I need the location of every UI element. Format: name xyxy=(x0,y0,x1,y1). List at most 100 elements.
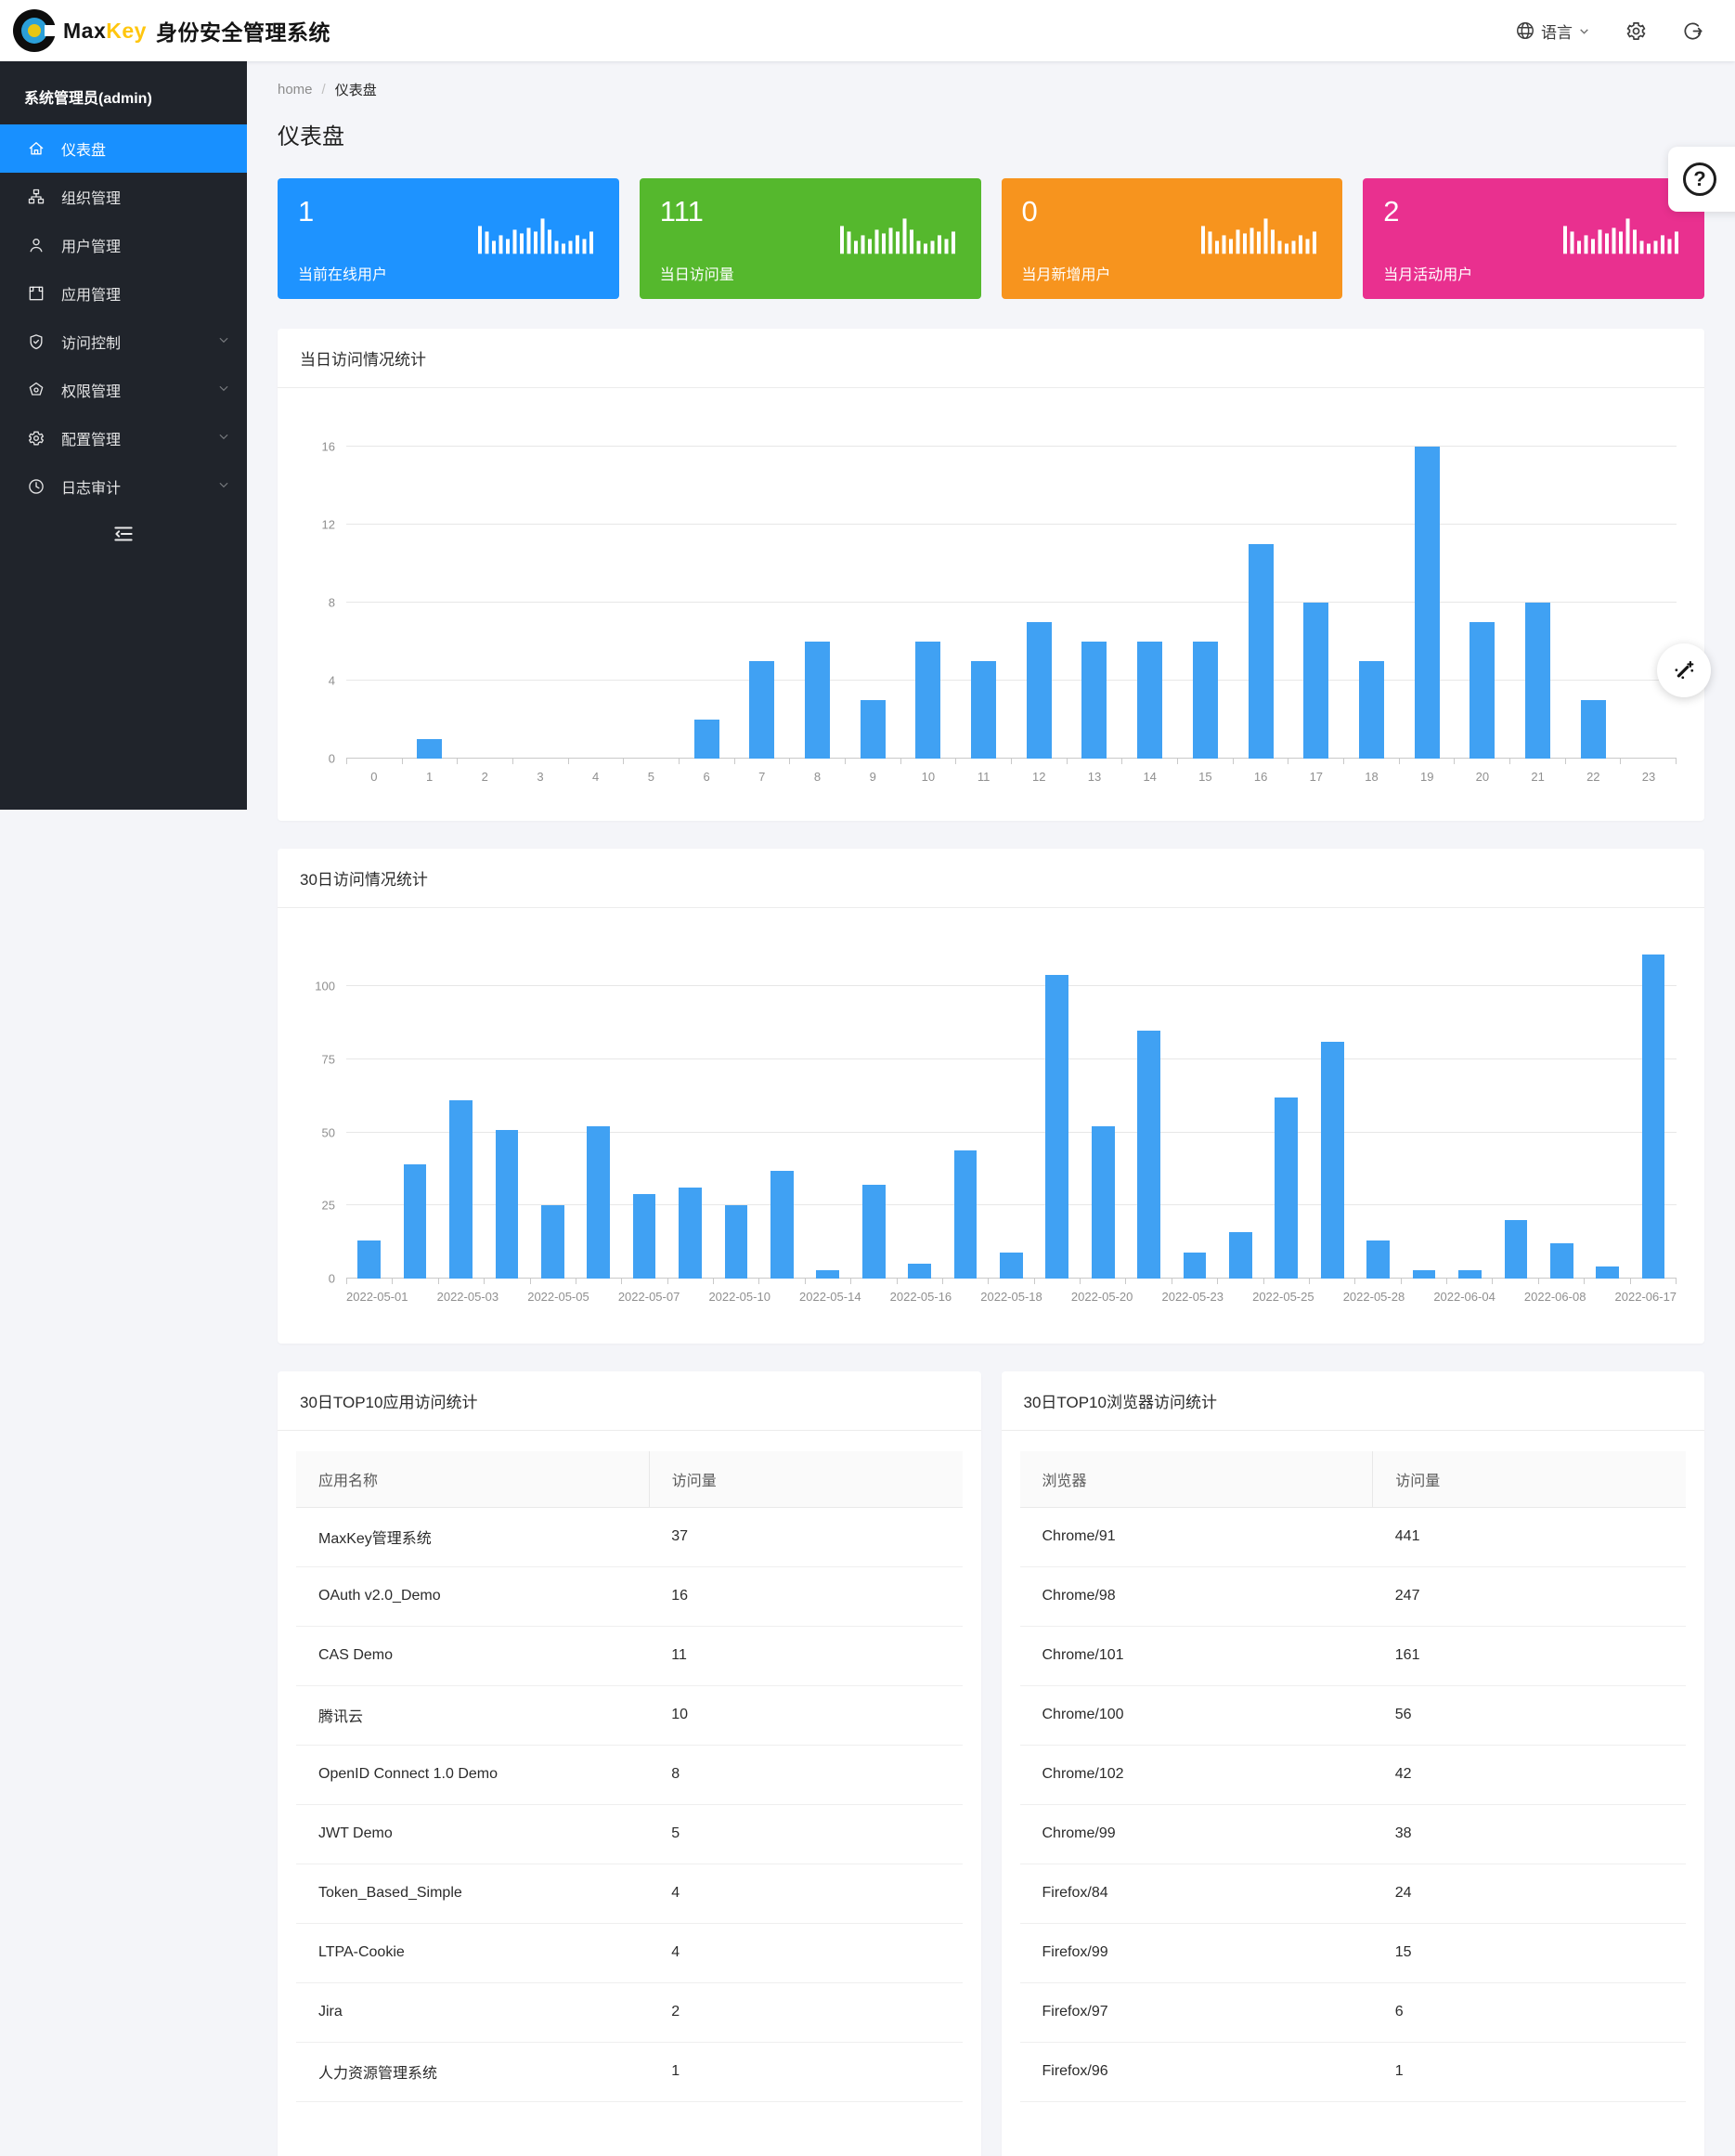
sidebar-menu: 仪表盘组织管理用户管理应用管理访问控制权限管理配置管理日志审计 xyxy=(0,124,247,511)
bar xyxy=(404,1164,427,1279)
bar xyxy=(971,661,996,759)
cell-name: Jira xyxy=(296,1982,649,2042)
bar xyxy=(1550,1243,1573,1279)
clock-icon xyxy=(26,476,46,497)
cell-count: 56 xyxy=(1373,1685,1686,1745)
monthly-visits-card: 30日访问情况统计 0255075100 2022-05-012022-05-0… xyxy=(278,849,1704,1344)
x-tick-label: 10 xyxy=(900,770,956,784)
bar-slot xyxy=(850,940,896,1279)
cell-name: Chrome/102 xyxy=(1020,1745,1373,1804)
table-row: OpenID Connect 1.0 Demo 8 xyxy=(296,1745,963,1804)
sidebar-item-organizations[interactable]: 组织管理 xyxy=(0,173,247,221)
table-row: Token_Based_Simple 4 xyxy=(296,1864,963,1923)
x-tick-label: 2022-06-17 xyxy=(1615,1290,1677,1304)
mini-bar-chart-icon xyxy=(1563,211,1682,258)
cell-name: Firefox/96 xyxy=(1020,2042,1373,2101)
shield-icon xyxy=(26,331,46,352)
x-axis-labels: 01234567891011121314151617181920212223 xyxy=(346,770,1677,784)
x-tick-label: 13 xyxy=(1067,770,1122,784)
y-tick-label: 50 xyxy=(322,1125,335,1139)
bar xyxy=(915,642,940,759)
column-header: 浏览器 xyxy=(1020,1451,1373,1507)
cell-name: Firefox/97 xyxy=(1020,1982,1373,2042)
x-tick-label: 2022-05-23 xyxy=(1161,1290,1224,1304)
x-tick-label: 2022-05-18 xyxy=(980,1290,1042,1304)
bar-slot xyxy=(679,420,734,759)
sidebar-item-dashboard[interactable]: 仪表盘 xyxy=(0,124,247,173)
cell-name: CAS Demo xyxy=(296,1626,649,1685)
stat-label: 当月活动用户 xyxy=(1383,262,1472,284)
bar xyxy=(1137,1031,1160,1279)
x-tick-label: 2022-05-01 xyxy=(346,1290,408,1304)
app-title: 身份安全管理系统 xyxy=(156,15,330,46)
column-header: 访问量 xyxy=(1373,1451,1686,1507)
x-tick-label: 2022-05-20 xyxy=(1071,1290,1133,1304)
sidebar-item-applications[interactable]: 应用管理 xyxy=(0,269,247,318)
sidebar-item-label: 配置管理 xyxy=(61,427,121,449)
sidebar-item-access[interactable]: 访问控制 xyxy=(0,318,247,366)
x-tick-label: 2022-06-04 xyxy=(1433,1290,1495,1304)
bar xyxy=(587,1126,610,1279)
org-icon xyxy=(26,187,46,207)
stat-label: 当月新增用户 xyxy=(1022,262,1111,284)
x-tick-label: 2022-05-28 xyxy=(1343,1290,1405,1304)
tables-row: 30日TOP10应用访问统计 应用名称 访问量MaxKey管理系统 37OAut… xyxy=(278,1371,1704,2156)
table-row: Firefox/84 24 xyxy=(1020,1864,1687,1923)
bar-slot xyxy=(568,420,624,759)
cell-count: 38 xyxy=(1373,1804,1686,1864)
logout-button[interactable] xyxy=(1682,20,1703,42)
cell-count: 5 xyxy=(649,1804,962,1864)
cell-count: 24 xyxy=(1373,1864,1686,1923)
table-row: Firefox/97 6 xyxy=(1020,1982,1687,2042)
bar xyxy=(1505,1220,1528,1279)
plot-area xyxy=(346,940,1677,1279)
bar-slot xyxy=(1399,420,1455,759)
sidebar-item-config[interactable]: 配置管理 xyxy=(0,414,247,462)
sidebar-item-users[interactable]: 用户管理 xyxy=(0,221,247,269)
cell-name: 腾讯云 xyxy=(296,1685,649,1745)
bar xyxy=(1045,975,1068,1279)
table-row: Chrome/99 38 xyxy=(1020,1804,1687,1864)
bar-slot xyxy=(392,940,437,1279)
sidebar-item-label: 日志审计 xyxy=(61,475,121,498)
x-tick-label xyxy=(1133,1290,1161,1304)
mini-bar-chart-icon xyxy=(478,211,597,258)
settings-button[interactable] xyxy=(1625,20,1647,42)
chevron-down-icon xyxy=(1578,25,1590,37)
bar xyxy=(633,1194,656,1279)
y-tick-label: 0 xyxy=(329,752,335,766)
bar xyxy=(1458,1270,1482,1279)
table-row: OAuth v2.0_Demo 16 xyxy=(296,1566,963,1626)
help-button[interactable]: ? xyxy=(1668,147,1735,212)
cell-name: LTPA-Cookie xyxy=(296,1923,649,1982)
bar-slot xyxy=(512,420,568,759)
cell-count: 16 xyxy=(649,1566,962,1626)
x-tick-label: 16 xyxy=(1233,770,1288,784)
language-selector[interactable]: 语言 xyxy=(1515,19,1590,43)
x-tick-label: 2022-05-16 xyxy=(890,1290,952,1304)
x-tick-label xyxy=(1224,1290,1252,1304)
bar-slot xyxy=(1455,420,1510,759)
daily-visits-bar-chart: 0481216 01234567891011121314151617181920… xyxy=(278,388,1704,784)
bar-slot xyxy=(1233,420,1288,759)
bar-slot xyxy=(900,420,956,759)
sidebar-item-audit[interactable]: 日志审计 xyxy=(0,462,247,511)
cell-count: 247 xyxy=(1373,1566,1686,1626)
bar-slot xyxy=(1288,420,1344,759)
bar-slot xyxy=(1126,940,1172,1279)
annotate-button[interactable] xyxy=(1657,643,1711,697)
cell-count: 15 xyxy=(1373,1923,1686,1982)
breadcrumb-home-link[interactable]: home xyxy=(278,82,313,97)
bar-slot xyxy=(1585,940,1630,1279)
x-tick-label xyxy=(861,1290,890,1304)
bar-slot xyxy=(1510,420,1566,759)
sidebar-item-permissions[interactable]: 权限管理 xyxy=(0,366,247,414)
stat-card-0: 1当前在线用户 xyxy=(278,178,619,299)
cell-count: 37 xyxy=(649,1507,962,1566)
table-row: Jira 2 xyxy=(296,1982,963,2042)
menu-fold-icon[interactable] xyxy=(111,522,136,549)
bar-slot xyxy=(1401,940,1446,1279)
bar xyxy=(1415,447,1440,759)
sidebar-item-label: 用户管理 xyxy=(61,234,121,256)
x-tick-label xyxy=(1495,1290,1524,1304)
